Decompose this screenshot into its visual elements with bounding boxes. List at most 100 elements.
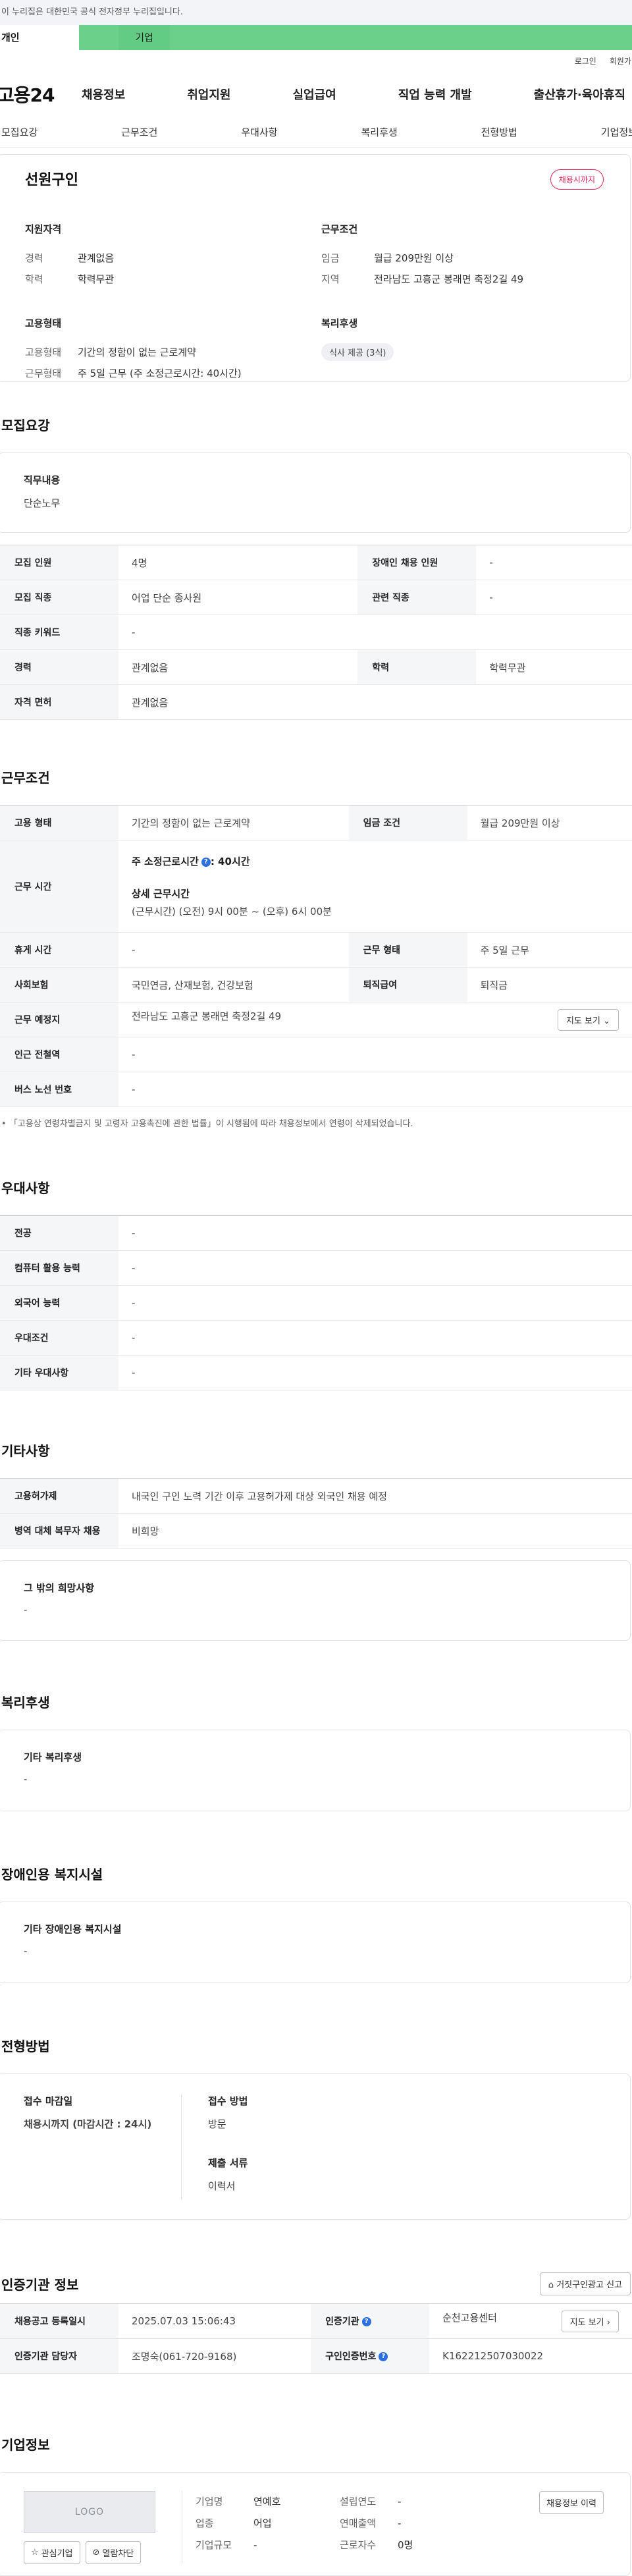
summary-employment: 고용형태 고용형태 기간의 정함이 없는 근로계약 근무형태 주 5일 근무 (주 … (25, 316, 321, 384)
agency-map-label: 지도 보기 (569, 2317, 604, 2328)
wage-value: 월급 209만원 이상 (374, 252, 454, 264)
site-logo[interactable]: 고용24 (0, 81, 82, 107)
company-logo: LOGO (24, 2491, 155, 2533)
anchor-conditions[interactable]: 근무조건 (121, 125, 157, 139)
welfare-box: 기타 복리후생 - (0, 1730, 631, 1811)
anchor-company[interactable]: 기업정보 (601, 125, 632, 139)
age-notice: • 「고용상 연령차별금지 및 고령자 고용촉진에 관한 법률」이 시행됨에 따… (1, 1119, 413, 1129)
table-row: 채용공고 등록일시 2025.07.03 15:06:43 인증기관? 순천고용… (0, 2303, 632, 2339)
tab-personal[interactable]: 개인 (0, 25, 79, 50)
place-label: 근무 예정지 (0, 1002, 118, 1037)
chevron-down-icon: ⌄ (603, 1016, 610, 1026)
tab-company[interactable]: 기업 (79, 25, 632, 50)
anchor-preferences[interactable]: 우대사항 (241, 125, 277, 139)
company-name-value: 연예호 (253, 2496, 281, 2507)
report-fake-ad-button[interactable]: ⌂ 거짓구인광고 신고 (539, 2272, 631, 2295)
join-link[interactable]: 회원가입 (610, 55, 632, 67)
nav-employment-support[interactable]: 취업지원 (187, 86, 230, 103)
tab-personal-label: 개인 (1, 32, 20, 43)
nav-jobs[interactable]: 채용정보 (82, 86, 125, 103)
worktype-row-label: 근무 형태 (348, 932, 467, 968)
preferences-section-title: 우대사항 (1, 1180, 50, 1196)
agency-label-text: 인증기관 (325, 2316, 359, 2327)
job-history-button[interactable]: 채용정보 이력 (539, 2491, 604, 2514)
table-row: 모집 직종 어업 단순 종사원 관련 직종 - (0, 580, 632, 615)
cert-id-value: K162212507030022 (429, 2338, 632, 2374)
emptype-value: 기간의 정함이 없는 근로계약 (78, 346, 196, 358)
education-label: 학력 (25, 273, 43, 285)
table-row: 기타 우대사항 - (0, 1355, 632, 1390)
others-section-title: 기타사항 (1, 1443, 50, 1459)
wage-row-value: 월급 209만원 이상 (467, 805, 632, 840)
qualification-heading: 지원자격 (25, 223, 62, 235)
license-label: 자격 면허 (0, 684, 118, 720)
site-header: 고용24 채용정보 취업지원 실업급여 직업 능력 개발 출산휴가·육아휴직 (0, 71, 632, 117)
chevron-right-icon: › (606, 2317, 610, 2328)
headcount-value: 4명 (118, 545, 358, 580)
main-nav: 채용정보 취업지원 실업급여 직업 능력 개발 출산휴가·육아휴직 (82, 86, 632, 103)
career-value: 관계없음 (78, 252, 115, 264)
deadline-col: 접수 마감일 채용시까지 (마감시간 : 24시) (24, 2094, 182, 2199)
wage-label: 임금 (321, 252, 340, 264)
severance-label: 퇴직급여 (348, 967, 467, 1002)
worktype-label: 근무형태 (25, 368, 62, 379)
login-link[interactable]: 로그인 (575, 55, 596, 67)
career-label: 경력 (25, 252, 43, 264)
hours-week-value: : 40시간 (210, 856, 250, 867)
headcount-label: 모집 인원 (0, 545, 118, 580)
bus-value: - (118, 1072, 632, 1107)
manager-label: 인증기관 담당자 (0, 2338, 118, 2374)
deadline-value: 채용시까지 (마감시간 : 24시) (24, 2118, 152, 2130)
pref-cond-value: - (118, 1320, 632, 1356)
map-view-button[interactable]: 지도 보기 ⌄ (557, 1008, 619, 1031)
anchor-welfare[interactable]: 복리후생 (361, 125, 397, 139)
cert-id-label-text: 구인인증번호 (325, 2351, 377, 2362)
cert-table: 채용공고 등록일시 2025.07.03 15:06:43 인증기관? 순천고용… (0, 2303, 632, 2374)
nav-unemployment-benefit[interactable]: 실업급여 (293, 86, 336, 103)
nav-skill-development[interactable]: 직업 능력 개발 (398, 86, 472, 103)
license-value: 관계없음 (118, 684, 632, 720)
hours-detail-value: (근무시간) (오전) 9시 00분 ~ (오후) 6시 00분 (132, 906, 332, 918)
emptype-row-value: 기간의 정함이 없는 근로계약 (118, 805, 349, 840)
help-icon[interactable]: ? (361, 2317, 371, 2326)
user-type-tabs: 개인 기업 (0, 25, 632, 50)
subway-label: 인근 전철역 (0, 1037, 118, 1072)
revenue-value: - (398, 2517, 402, 2529)
company-box: LOGO ☆ 관심기업 ⊘ 열람차단 기업명 연예호 업종 어업 기업규모 - 설립연도 -… (0, 2472, 631, 2576)
staff-label: 근로자수 (340, 2539, 377, 2551)
job-type-value: 어업 단순 종사원 (118, 580, 358, 615)
break-value: - (118, 932, 349, 968)
permit-value: 내국인 구인 노력 기간 이후 고용허가제 대상 외국인 채용 예정 (118, 1478, 632, 1514)
language-label: 외국어 능력 (0, 1285, 118, 1321)
welfare-chip: 식사 제공 (3식) (321, 343, 394, 361)
welfare-section-title: 복리후생 (1, 1695, 50, 1711)
anchor-recruit[interactable]: 모집요강 (1, 125, 38, 139)
docs-value: 이력서 (208, 2180, 236, 2192)
agency-map-button[interactable]: 지도 보기 › (561, 2310, 619, 2332)
block-icon: ⊘ (92, 2548, 100, 2558)
career-row-label: 경력 (0, 649, 118, 685)
table-row: 근무 시간 주 소정근로시간?: 40시간 상세 근무시간 (근무시간) (오전… (0, 840, 632, 933)
help-icon[interactable]: ? (379, 2352, 388, 2361)
computer-value: - (118, 1250, 632, 1286)
insurance-label: 사회보험 (0, 967, 118, 1002)
hours-label: 근무 시간 (0, 840, 118, 933)
block-company-button[interactable]: ⊘ 열람차단 (85, 2541, 142, 2564)
agency-cell: 순천고용센터 지도 보기 › (429, 2303, 632, 2339)
worktype-value: 주 5일 근무 (주 소정근로시간: 40시간) (78, 368, 242, 379)
reg-date-label: 채용공고 등록일시 (0, 2303, 118, 2339)
home-icon: ⌂ (548, 2280, 554, 2290)
worktype-row-value: 주 5일 근무 (467, 932, 632, 968)
favorite-company-button[interactable]: ☆ 관심기업 (24, 2541, 80, 2564)
cert-id-label: 구인인증번호? (311, 2338, 430, 2374)
map-view-label: 지도 보기 (566, 1016, 600, 1026)
table-row: 버스 노선 번호 - (0, 1072, 632, 1107)
welfare-box-value: - (24, 1773, 28, 1785)
employment-heading: 고용형태 (25, 317, 62, 329)
help-icon[interactable]: ? (201, 857, 211, 867)
nav-parental-leave[interactable]: 출산휴가·육아휴직 (534, 86, 625, 103)
anchor-selection[interactable]: 전형방법 (481, 125, 517, 139)
favorite-label: 관심기업 (41, 2549, 73, 2559)
star-icon: ☆ (31, 2548, 39, 2558)
place-value: 전라남도 고흥군 봉래면 축정2길 49 (132, 1010, 282, 1022)
